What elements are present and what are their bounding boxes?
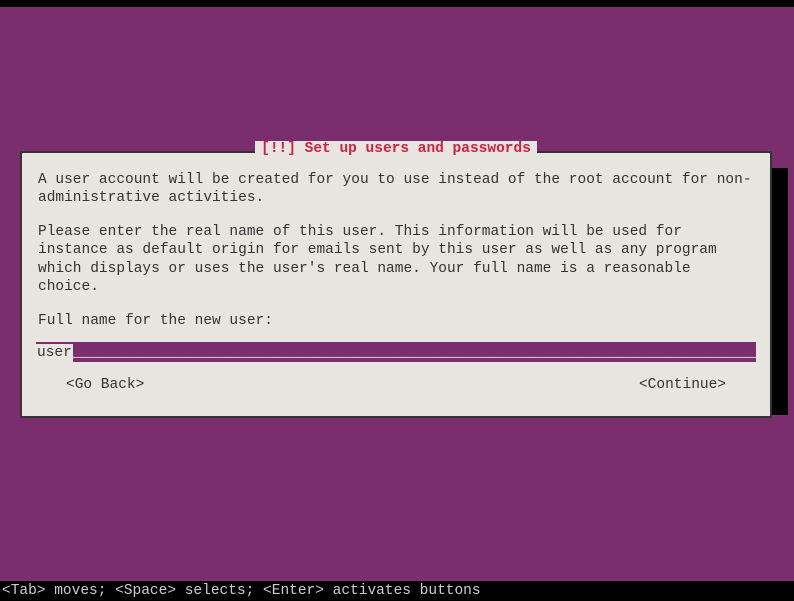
input-filler: ________________________________________… <box>73 345 756 361</box>
fullname-input-value[interactable]: user <box>36 344 73 362</box>
intro-paragraph-2: Please enter the real name of this user.… <box>38 223 754 296</box>
fullname-input[interactable]: user____________________________________… <box>36 342 756 362</box>
fullname-field-label: Full name for the new user: <box>38 312 754 330</box>
continue-button[interactable]: <Continue> <box>639 376 726 394</box>
intro-paragraph-1: A user account will be created for you t… <box>38 171 754 207</box>
dialog-title-bar: [!!] Set up users and passwords <box>22 143 770 153</box>
user-setup-dialog: [!!] Set up users and passwords A user a… <box>20 151 772 418</box>
go-back-button[interactable]: <Go Back> <box>66 376 144 394</box>
dialog-buttons: <Go Back> <Continue> <box>38 376 754 394</box>
footer-help: <Tab> moves; <Space> selects; <Enter> ac… <box>0 581 794 601</box>
dialog-title: [!!] Set up users and passwords <box>255 141 537 157</box>
dialog-content: A user account will be created for you t… <box>22 153 770 416</box>
